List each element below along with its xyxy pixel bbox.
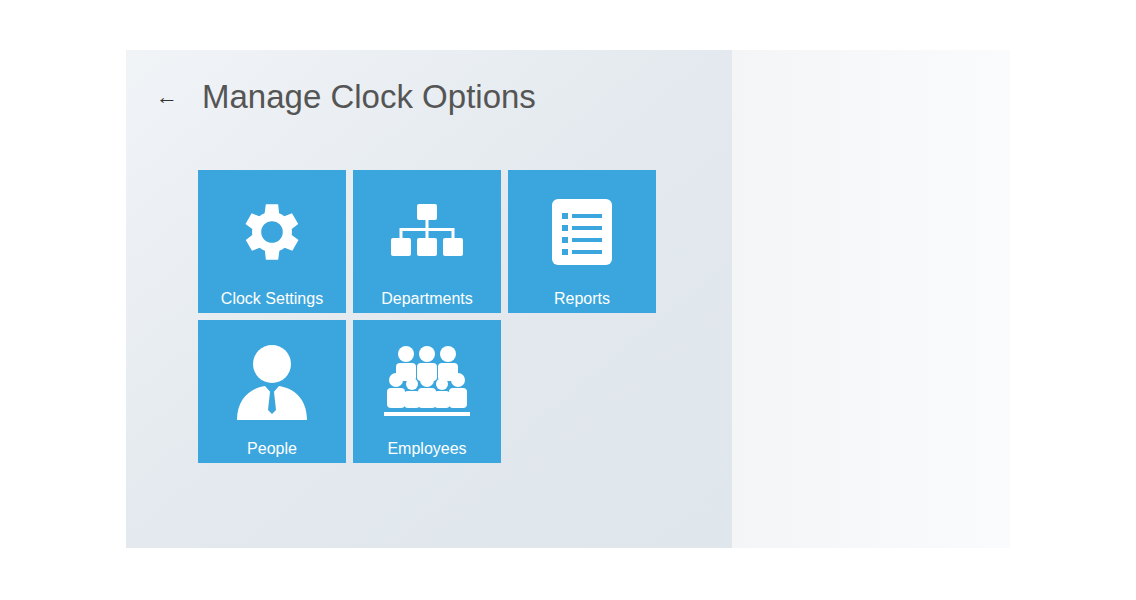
menu-tile[interactable]: Reports (508, 170, 656, 313)
tile-label: Clock Settings (221, 289, 323, 309)
tile-grid: Clock Settings Departments Reports People Em… (198, 170, 1010, 463)
gear-icon (235, 192, 309, 272)
menu-tile[interactable]: Clock Settings (198, 170, 346, 313)
hierarchy-icon (391, 192, 463, 272)
tile-label: People (247, 439, 297, 459)
header: ← Manage Clock Options (126, 50, 1010, 120)
menu-tile[interactable]: People (198, 320, 346, 463)
page-title: Manage Clock Options (202, 76, 536, 117)
main-panel: ← Manage Clock Options Clock Settings Dep… (126, 50, 1010, 548)
menu-tile[interactable]: Employees (353, 320, 501, 463)
back-arrow-icon[interactable]: ← (156, 86, 200, 108)
list-icon (552, 192, 612, 272)
group-icon (384, 342, 470, 422)
tile-label: Departments (381, 289, 473, 309)
tile-label: Employees (387, 439, 466, 459)
tile-label: Reports (554, 289, 610, 309)
menu-tile[interactable]: Departments (353, 170, 501, 313)
person-icon (235, 342, 309, 422)
